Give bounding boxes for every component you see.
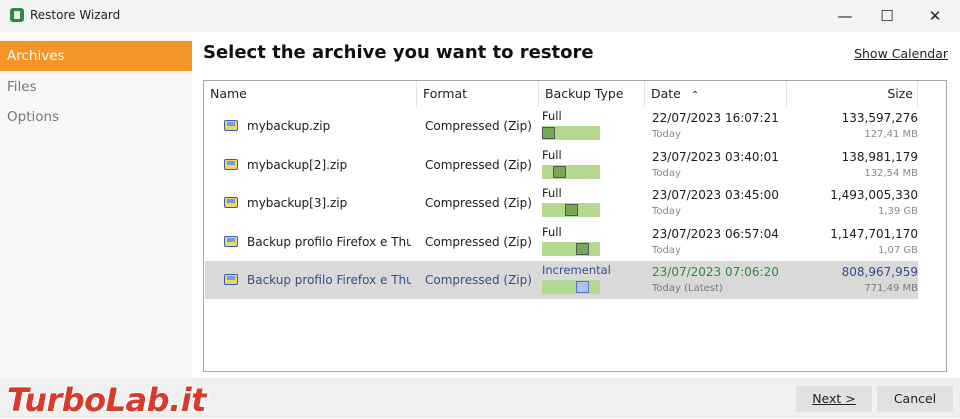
app-icon <box>10 8 24 22</box>
archive-date-relative: Today <box>652 244 681 256</box>
title-bar: Restore Wizard — ☐ ✕ <box>0 0 960 32</box>
archive-format: Compressed (Zip) <box>425 273 532 287</box>
backup-chain-marker <box>575 242 589 255</box>
archive-name: mybackup.zip <box>247 119 331 133</box>
table-row[interactable]: mybackup[3].zip Compressed (Zip) Full 23/07… <box>205 184 918 222</box>
backup-chain-bar <box>542 164 600 179</box>
archive-date-relative: Today <box>652 206 681 217</box>
archive-date: 23/07/2023 06:57:04 <box>652 226 779 241</box>
page-title: Select the archive you want to restore <box>203 42 594 63</box>
archive-file-icon <box>224 118 238 132</box>
archive-date-relative: Today <box>652 129 681 140</box>
archive-date-relative: Today (Latest) <box>652 283 723 294</box>
backup-type: Full <box>542 224 562 239</box>
backup-chain-marker <box>542 127 555 139</box>
archive-size-bytes: 808,967,959 <box>841 265 918 279</box>
backup-chain-marker <box>575 281 589 293</box>
archive-format: Compressed (Zip) <box>425 119 532 133</box>
sidebar-item-archives[interactable]: Archives <box>0 41 192 71</box>
sidebar: Archives Files Options <box>0 40 192 378</box>
archive-format: Compressed (Zip) <box>425 157 532 172</box>
archive-name: mybackup[2].zip <box>247 157 348 172</box>
archive-file-icon <box>224 272 238 286</box>
archive-date-relative: Today <box>652 167 681 179</box>
archive-size-human: 1,07 GB <box>877 244 918 256</box>
archive-size-bytes: 1,493,005,330 <box>830 188 918 202</box>
table-row[interactable]: Backup profilo Firefox e Thun... Compress… <box>205 261 918 299</box>
backup-type: Full <box>542 109 562 123</box>
archive-size-human: 127,41 MB <box>864 129 918 140</box>
next-button[interactable]: Next > <box>796 386 872 412</box>
archive-date: 22/07/2023 16:07:21 <box>652 111 779 125</box>
archive-name: Backup profilo Firefox e Thun... <box>247 234 411 249</box>
column-header-date[interactable]: Date ⌃ <box>645 81 787 107</box>
archive-format: Compressed (Zip) <box>425 234 532 249</box>
backup-chain-bar <box>542 126 600 140</box>
archive-size-human: 132,54 MB <box>864 167 918 179</box>
archive-size-human: 771,49 MB <box>864 283 918 294</box>
backup-chain-bar <box>542 241 600 256</box>
column-header-size[interactable]: Size <box>787 81 918 107</box>
archive-format: Compressed (Zip) <box>425 196 532 210</box>
cancel-button[interactable]: Cancel <box>877 386 953 412</box>
sort-ascending-icon: ⌃ <box>690 90 700 101</box>
archive-file-icon <box>224 157 238 171</box>
archive-date: 23/07/2023 07:06:20 <box>652 265 779 279</box>
backup-type: Incremental <box>542 263 611 277</box>
archive-size-human: 1,39 GB <box>877 206 918 217</box>
archive-date: 23/07/2023 03:40:01 <box>652 149 779 164</box>
archive-file-icon <box>224 234 238 248</box>
backup-chain-bar <box>542 280 600 294</box>
maximize-button[interactable]: ☐ <box>864 0 910 32</box>
archive-file-icon <box>224 195 238 209</box>
column-header-format[interactable]: Format <box>417 81 539 107</box>
table-row[interactable]: mybackup.zip Compressed (Zip) Full 22/07/20… <box>205 107 918 145</box>
close-button[interactable]: ✕ <box>912 0 958 32</box>
backup-type: Full <box>542 186 562 200</box>
archive-name: mybackup[3].zip <box>247 196 348 210</box>
window-title: Restore Wizard <box>30 8 121 22</box>
date-header-label: Date <box>651 86 681 101</box>
sidebar-item-options[interactable]: Options <box>0 102 192 132</box>
table-row[interactable]: mybackup[2].zip Compressed (Zip) Full 23/07… <box>205 146 918 184</box>
column-header-name[interactable]: Name <box>204 81 417 107</box>
archive-size-bytes: 138,981,179 <box>841 149 918 164</box>
archive-size-bytes: 1,147,701,170 <box>830 226 918 241</box>
backup-chain-bar <box>542 203 600 217</box>
archive-name: Backup profilo Firefox e Thun... <box>247 273 411 287</box>
show-calendar-link[interactable]: Show Calendar <box>854 46 948 61</box>
archive-date: 23/07/2023 03:45:00 <box>652 188 779 202</box>
archive-size-bytes: 133,597,276 <box>841 111 918 125</box>
backup-chain-marker <box>553 165 567 178</box>
minimize-button[interactable]: — <box>822 0 868 32</box>
backup-chain-marker <box>564 204 578 216</box>
sidebar-item-files[interactable]: Files <box>0 72 192 102</box>
watermark-logo: TurboLab.it <box>7 381 206 419</box>
archive-list[interactable]: Name Format Backup Type Date ⌃ Size myba… <box>203 80 947 372</box>
next-button-label: Next > <box>812 391 856 406</box>
table-row[interactable]: Backup profilo Firefox e Thun... Compress… <box>205 223 918 261</box>
column-header-backup-type[interactable]: Backup Type <box>539 81 645 107</box>
backup-type: Full <box>542 147 562 162</box>
